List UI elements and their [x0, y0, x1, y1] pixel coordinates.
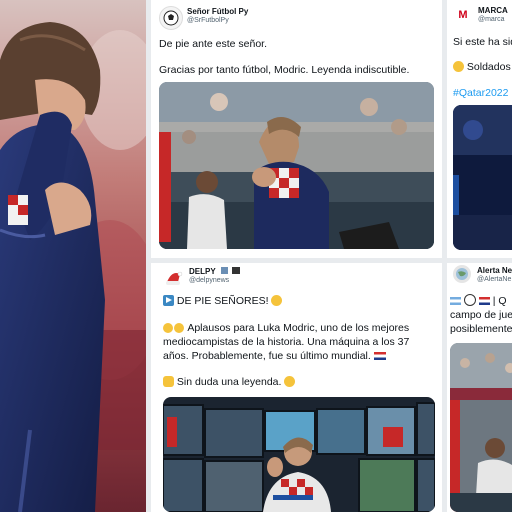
- hashtag-link[interactable]: #Qatar2022: [453, 86, 508, 100]
- tweet-text-line: DE PIE SEÑORES!: [163, 294, 283, 308]
- tweet-text-line: De pie ante este señor.: [159, 38, 267, 50]
- tv-wall-collage: [163, 397, 435, 512]
- tweet-media[interactable]: [163, 397, 435, 512]
- flag-icon: [220, 267, 228, 274]
- author-handle[interactable]: @AlertaNe: [477, 276, 511, 283]
- tweet-card-senor-futbol[interactable]: Señor Fútbol Py @SrFutbolPy De pie ante …: [151, 0, 442, 258]
- author-name[interactable]: Señor Fútbol Py: [187, 7, 248, 16]
- stadium-crowd-photo: [450, 343, 512, 512]
- author-handle[interactable]: @delpynews: [189, 277, 229, 284]
- tweet-text-line: años. Probablemente, fue su último mundi…: [163, 349, 386, 363]
- stadium-photo: [453, 105, 512, 250]
- clapping-hands-icon: [163, 323, 185, 334]
- tweet-text: Sin duda una leyenda.: [176, 376, 282, 388]
- flexed-biceps-icon: [163, 376, 174, 387]
- croatia-flag-icon: [478, 297, 490, 305]
- marca-logo-icon[interactable]: M: [453, 5, 473, 25]
- author-name[interactable]: MARCA: [478, 6, 508, 15]
- croatia-flag-icon: [373, 352, 386, 360]
- tweet-text-line: Soldados: [453, 60, 511, 74]
- tweet-text-line: mediocampistas de la historia. Una máqui…: [163, 336, 410, 348]
- argentina-flag-icon: [450, 297, 461, 305]
- tweet-text-line: | Q: [450, 294, 507, 308]
- tweet-text-line: Sin duda una leyenda.: [163, 375, 296, 389]
- player-photo-svg: [0, 0, 146, 512]
- tweet-text-line: Gracias por tanto fútbol, Modric. Leyend…: [159, 64, 410, 76]
- tweet-headline: DE PIE SEÑORES!: [176, 295, 269, 307]
- tweet-media[interactable]: [159, 82, 434, 249]
- santa-hat-icon: [166, 271, 183, 285]
- author-name[interactable]: Alerta Ne: [477, 266, 512, 275]
- play-button-icon: [163, 295, 174, 306]
- avatar[interactable]: [159, 6, 183, 30]
- author-handle[interactable]: @marca: [478, 16, 505, 23]
- avatar[interactable]: [163, 267, 185, 289]
- tweet-media[interactable]: [453, 105, 512, 250]
- tweet-text-line: Si este ha sid: [453, 36, 512, 48]
- tweet-text-line: Aplausos para Luka Modric, uno de los me…: [163, 321, 409, 335]
- tweet-card-alerta-news[interactable]: Alerta Ne @AlertaNe | Q campo de jue pos…: [447, 263, 512, 512]
- author-name-text: DELPY: [189, 267, 216, 276]
- soccer-ball-icon: [463, 294, 476, 306]
- tweet-text: años. Probablemente, fue su último mundi…: [163, 350, 371, 362]
- soccer-ball-icon: [163, 10, 179, 26]
- author-handle[interactable]: @SrFutbolPy: [187, 17, 229, 24]
- raising-hands-icon: [284, 376, 296, 387]
- tweet-card-delpy[interactable]: DELPY @delpynews DE PIE SEÑORES! Aplauso…: [151, 263, 442, 512]
- author-name[interactable]: DELPY: [189, 267, 240, 276]
- globe-icon: [456, 268, 468, 280]
- tweet-media[interactable]: [450, 343, 512, 512]
- clapping-hands-icon: [271, 295, 283, 306]
- avatar[interactable]: [453, 265, 471, 283]
- tweet-text-line: campo de jue: [450, 309, 512, 321]
- tweet-card-marca[interactable]: M MARCA @marca Si este ha sid Soldados #…: [447, 0, 512, 258]
- modric-applause-photo: [159, 82, 434, 249]
- saluting-face-icon: [453, 61, 464, 72]
- tweet-text: Soldados: [466, 61, 511, 73]
- clapperboard-icon: [232, 267, 240, 274]
- player-photo: [0, 0, 146, 512]
- tweet-text: | Q: [492, 295, 507, 307]
- tweet-text: Aplausos para Luka Modric, uno de los me…: [187, 322, 410, 334]
- tweet-text-line: posiblemente: [450, 323, 512, 335]
